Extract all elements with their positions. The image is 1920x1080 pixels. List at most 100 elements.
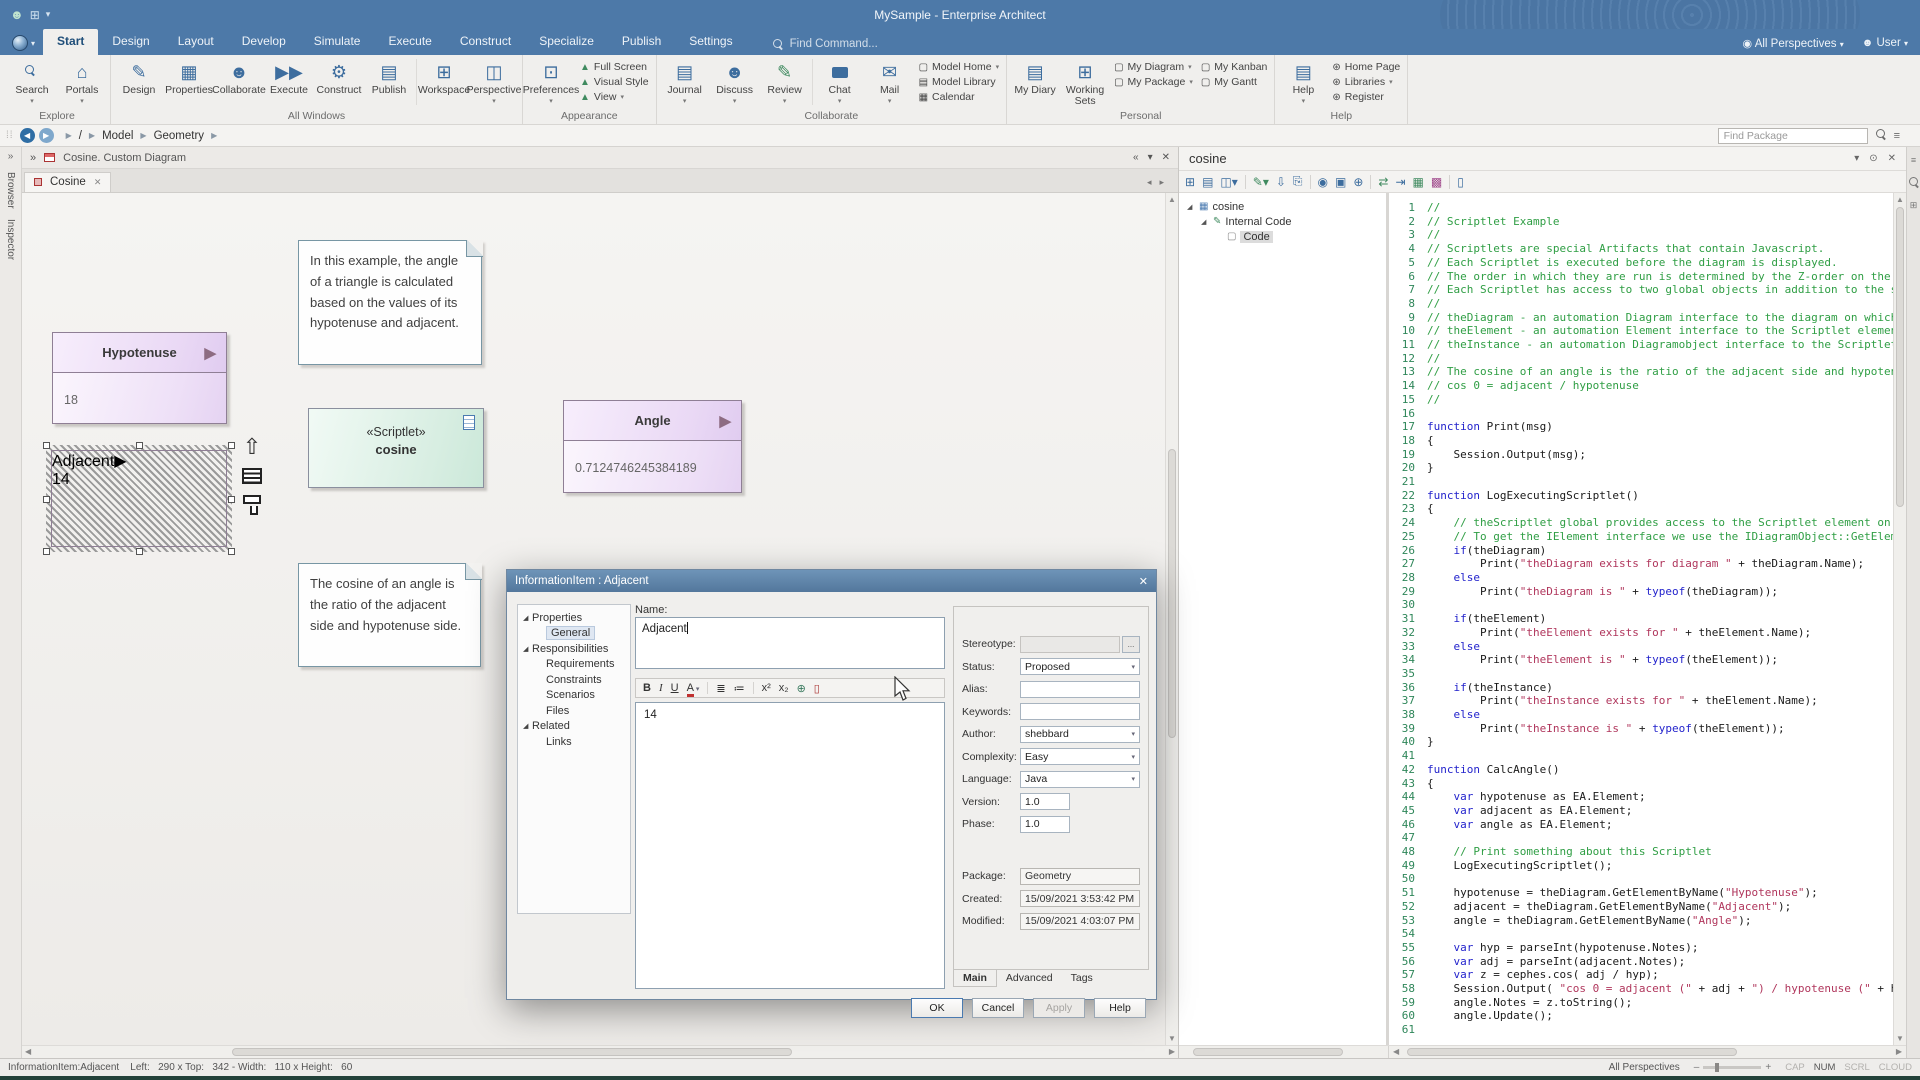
help-button[interactable]: Help: [1094, 998, 1146, 1018]
resize-handle[interactable]: [228, 442, 235, 449]
code-toolbar-icon[interactable]: ▦: [1413, 175, 1424, 189]
ribbon-button-review[interactable]: ✎Review▾: [760, 55, 810, 109]
browse-button[interactable]: ...: [1122, 636, 1140, 653]
numbered-list-icon[interactable]: ≔: [734, 682, 745, 695]
ribbon-tab-publish[interactable]: Publish: [608, 29, 675, 55]
ribbon-tab-execute[interactable]: Execute: [374, 29, 445, 55]
find-command[interactable]: Find Command...: [773, 38, 878, 50]
dropdown-caret-icon[interactable]: ▾: [1131, 663, 1135, 671]
cancel-button[interactable]: Cancel: [972, 998, 1024, 1018]
dialog-tree-item-files[interactable]: Files: [518, 703, 630, 719]
tab-scroll-left-icon[interactable]: ◂: [1147, 177, 1152, 188]
dock-window-icon[interactable]: ⊞: [1910, 200, 1918, 211]
code-horizontal-scrollbar[interactable]: ◀▶: [1179, 1045, 1906, 1058]
ribbon-button-libraries[interactable]: ⊛Libraries▾: [1332, 76, 1400, 88]
ribbon-button-my-package[interactable]: ▢My Package▾: [1114, 76, 1193, 88]
code-toolbar-icon[interactable]: ◉: [1318, 175, 1328, 189]
ribbon-button-visual-style[interactable]: ▲Visual Style: [580, 76, 649, 88]
expand-chevron-icon[interactable]: »: [8, 151, 14, 162]
quick-access-icon[interactable]: ⊞: [30, 8, 40, 22]
dialog-tree-item-scenarios[interactable]: Scenarios: [518, 688, 630, 704]
nav-forward-button[interactable]: ▶: [39, 128, 54, 143]
pin-icon[interactable]: [243, 495, 261, 504]
ribbon-button-chat[interactable]: Chat▾: [815, 55, 865, 109]
scrollbar-thumb[interactable]: [1407, 1048, 1737, 1056]
user-menu[interactable]: ☻ User ▾: [1862, 37, 1908, 50]
ribbon-button-working-sets[interactable]: ⊞Working Sets: [1060, 55, 1110, 109]
breadcrumb-item[interactable]: Model: [102, 130, 133, 142]
scroll-right-icon[interactable]: ▶: [1169, 1047, 1175, 1056]
resize-handle[interactable]: [228, 548, 235, 555]
code-toolbar-icon[interactable]: ⇄: [1378, 175, 1388, 189]
panel-chevron-down-icon[interactable]: ▾: [1854, 153, 1859, 164]
ribbon-tab-simulate[interactable]: Simulate: [300, 29, 375, 55]
ribbon-button-model-home[interactable]: ▢Model Home▾: [919, 61, 1000, 73]
resize-handle[interactable]: [43, 496, 50, 503]
ribbon-button-home-page[interactable]: ⊛Home Page: [1332, 61, 1400, 73]
code-toolbar-icon[interactable]: ⇥: [1395, 175, 1405, 189]
dialog-titlebar[interactable]: InformationItem : Adjacent ✕: [507, 570, 1156, 592]
keywords-field[interactable]: [1020, 703, 1140, 720]
code-vertical-scrollbar[interactable]: ▲ ▼: [1893, 193, 1906, 1045]
ribbon-button-view[interactable]: ▲View▾: [580, 91, 649, 103]
ribbon-button-collaborate[interactable]: ☻Collaborate: [214, 55, 264, 109]
zoom-slider[interactable]: –+: [1694, 1062, 1771, 1073]
resize-handle[interactable]: [43, 548, 50, 555]
dialog-tree-item-responsibilities[interactable]: ◢Responsibilities: [518, 641, 630, 657]
scroll-up-icon[interactable]: ▲: [1166, 195, 1178, 204]
note-element-2[interactable]: The cosine of an angle is the ratio of t…: [298, 563, 481, 667]
canvas-vertical-scrollbar[interactable]: ▲ ▼: [1165, 193, 1178, 1045]
tree-expander-icon[interactable]: ◢: [523, 614, 532, 622]
ribbon-button-my-kanban[interactable]: ▢My Kanban: [1201, 61, 1268, 73]
code-toolbar-icon[interactable]: ◫▾: [1220, 175, 1237, 189]
superscript-icon[interactable]: x²: [762, 682, 771, 694]
element-hypotenuse[interactable]: Hypotenuse▶ 18: [52, 332, 227, 424]
package-search-icon[interactable]: [1876, 129, 1886, 142]
element-adjacent[interactable]: Adjacent▶ 14: [51, 450, 227, 547]
tab-scroll-right-icon[interactable]: ▸: [1159, 177, 1164, 188]
find-package-input[interactable]: Find Package: [1718, 128, 1868, 144]
tree-expander-icon[interactable]: ◢: [523, 722, 532, 730]
dock-menu-icon[interactable]: ≡: [1911, 155, 1916, 165]
ribbon-button-full-screen[interactable]: ▲Full Screen: [580, 61, 649, 73]
tree-expander-icon[interactable]: ◢: [523, 645, 532, 653]
chevron-icon[interactable]: »: [30, 152, 36, 164]
dialog-tree-item-general[interactable]: General: [518, 626, 630, 642]
name-field[interactable]: Adjacent: [635, 617, 945, 669]
code-toolbar-icon[interactable]: ✎▾: [1253, 175, 1269, 189]
ribbon-tab-design[interactable]: Design: [98, 29, 163, 55]
code-editor[interactable]: 1234567891011121314151617181920212223242…: [1389, 193, 1906, 1045]
resize-handle[interactable]: [228, 496, 235, 503]
font-color-icon[interactable]: A ▾: [687, 682, 700, 694]
underline-icon[interactable]: U: [671, 682, 679, 694]
subscript-icon[interactable]: x₂: [779, 682, 789, 694]
ribbon-tab-start[interactable]: Start: [43, 29, 98, 55]
dialog-close-icon[interactable]: ✕: [1139, 575, 1148, 588]
scroll-down-icon[interactable]: ▼: [1894, 1034, 1906, 1043]
dialog-tab-tags[interactable]: Tags: [1062, 970, 1102, 987]
code-toolbar-icon[interactable]: ⊞: [1185, 175, 1195, 189]
panel-close-icon[interactable]: ✕: [1888, 153, 1896, 164]
zoom-slider-knob[interactable]: [1715, 1063, 1719, 1072]
author-dropdown[interactable]: shebbard▾: [1020, 726, 1140, 743]
tab-close-icon[interactable]: ✕: [94, 177, 102, 188]
ribbon-button-journal[interactable]: ▤Journal▾: [660, 55, 710, 109]
ribbon-button-search[interactable]: Search▾: [7, 55, 57, 109]
perspectives-menu[interactable]: ◉ All Perspectives ▾: [1743, 37, 1844, 50]
italic-icon[interactable]: I: [659, 682, 663, 694]
code-toolbar-icon[interactable]: ⊕: [1353, 175, 1363, 189]
document-icon[interactable]: ▯: [814, 682, 820, 695]
ribbon-tab-layout[interactable]: Layout: [164, 29, 228, 55]
dialog-tab-main[interactable]: Main: [953, 970, 997, 987]
statusbar-perspective[interactable]: All Perspectives: [1609, 1062, 1680, 1073]
ribbon-button-model-library[interactable]: ▤Model Library: [919, 76, 1000, 88]
ribbon-button-portals[interactable]: ⌂Portals▾: [57, 55, 107, 109]
ribbon-button-perspective[interactable]: ◫Perspective▾: [469, 55, 519, 109]
resize-handle[interactable]: [136, 548, 143, 555]
scroll-left-icon[interactable]: ◀: [25, 1047, 31, 1056]
scroll-down-icon[interactable]: ▼: [1166, 1034, 1178, 1043]
code-toolbar-icon[interactable]: ⇩: [1276, 175, 1286, 189]
ribbon-button-discuss[interactable]: ☻Discuss▾: [710, 55, 760, 109]
code-tree-item-code[interactable]: ▢Code: [1183, 229, 1382, 244]
ribbon-button-workspace[interactable]: ⊞Workspace: [419, 55, 469, 109]
